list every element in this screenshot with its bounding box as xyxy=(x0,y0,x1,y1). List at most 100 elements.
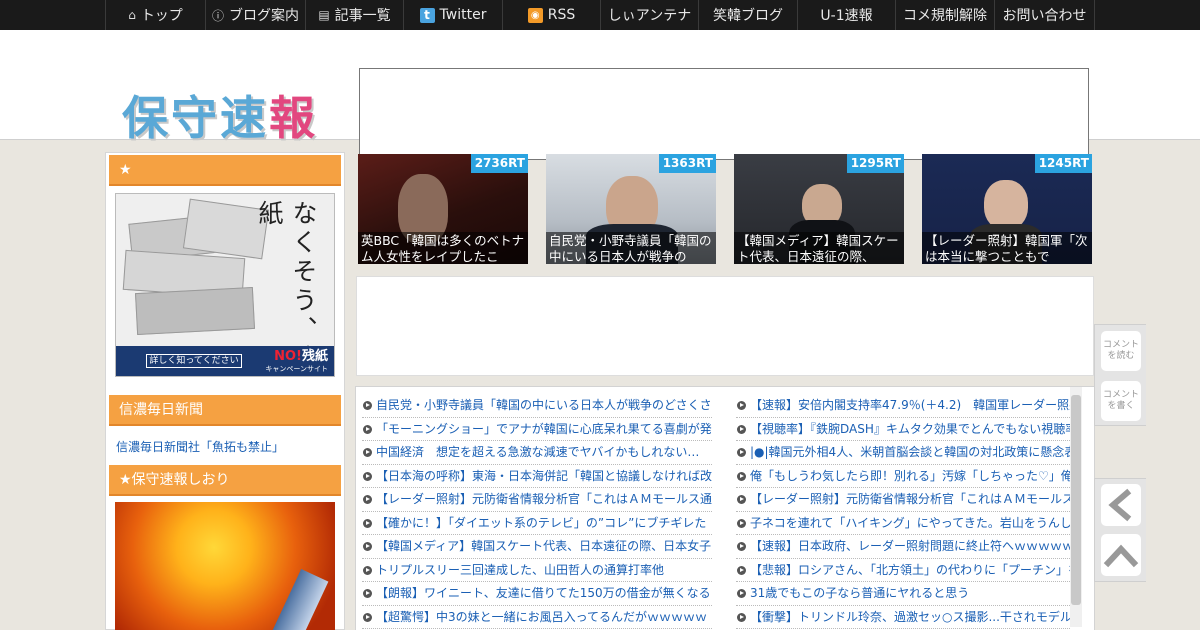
chevron-up-icon xyxy=(1103,544,1139,568)
comment-buttons: コメントを読む コメントを書く xyxy=(1094,324,1146,426)
article-list-item[interactable]: 【朗報】ワイニート、友達に借りてた150万の借金が無くなる xyxy=(362,582,712,606)
article-list-item[interactable]: |●|韓国元外相4人、米朝首脳会談と韓国の対北政策に懸念表明 xyxy=(736,441,1070,465)
article-title: 【確かに！】「ダイエット系のテレビ」の”コレ”にブチギレた xyxy=(376,515,707,530)
article-list-item[interactable]: 【速報】安倍内閣支持率47.9％(＋4.2) 韓国軍レーダー照射問 xyxy=(736,394,1070,418)
article-list-item[interactable]: 子ネコを連れて「ハイキング」にやってきた。岩山をうんしょ xyxy=(736,512,1070,535)
article-title: 【韓国メディア】韓国スケート代表、日本遠征の際、日本女子 xyxy=(376,539,712,553)
article-title: 【速報】日本政府、レーダー照射問題に終止符へｗｗｗｗｗｗ xyxy=(750,539,1070,553)
nav-u1-sokuho[interactable]: U-1速報 xyxy=(797,0,895,30)
article-list-item[interactable]: 「モーニングショー」でアナが韓国に心底呆れ果てる喜劇が発 xyxy=(362,418,712,441)
article-list-item[interactable]: 【悲報】ロシアさん、「北方領土」の代わりに「プーチン」を xyxy=(736,559,1070,582)
thumb-caption: 自民党・小野寺議員「韓国の中にいる日本人が戦争の xyxy=(546,232,716,264)
scroll-to-top-button[interactable] xyxy=(1101,534,1141,576)
bullet-icon xyxy=(737,612,746,622)
article-title: 【衝撃】トリンドル玲奈、過激セッ○ス撮影...干されモデルの末 xyxy=(750,609,1070,624)
article-title: 中国経済 想定を超える急激な減速でヤバイかもしれない… xyxy=(376,445,700,459)
article-list-item[interactable]: 【日本海の呼称】東海・日本海併記「韓国と協議しなければ改 xyxy=(362,465,712,488)
write-comment-button[interactable]: コメントを書く xyxy=(1101,381,1141,421)
sidebar-link-shinano[interactable]: 信濃毎日新聞社「魚拓も禁止」 xyxy=(116,438,344,455)
bullet-icon xyxy=(363,518,372,528)
nav-comment-unblock[interactable]: コメ規制解除 xyxy=(895,0,994,30)
top-nav-items: ⌂ トップ ⓘ ブログ案内 ▤ 記事一覧 t Twitter ◉ RSS しぃアンテナ 笑… xyxy=(105,0,1095,30)
scroll-buttons xyxy=(1094,478,1146,582)
article-list-item[interactable]: 【レーダー照射】元防衛省情報分析官「これはＡＭモールス通 xyxy=(736,488,1070,512)
article-title: 31歳でもこの子なら普通にヤれると思う xyxy=(750,586,970,600)
sidebar-section-shinano: 信濃毎日新聞 信濃毎日新聞社「魚拓も禁止」 xyxy=(106,393,344,455)
thumb-item[interactable]: 1363RT 自民党・小野寺議員「韓国の中にいる日本人が戦争の xyxy=(546,154,716,264)
article-list-item[interactable]: 【視聴率】『鉄腕DASH』キムタク効果でとんでもない視聴率 xyxy=(736,418,1070,441)
thumb-photo xyxy=(984,180,1028,230)
banner-learn-more-button[interactable]: 詳しく知ってください xyxy=(146,354,242,368)
newspaper-stack-image xyxy=(134,286,256,336)
article-title: トリプルスリー三回達成した、山田哲人の通算打率他 xyxy=(376,562,665,577)
bullet-icon xyxy=(737,589,746,598)
retweet-count-badge: 1295RT xyxy=(846,154,904,173)
nav-shokan-blog[interactable]: 笑韓ブログ xyxy=(698,0,797,30)
bullet-icon xyxy=(363,565,372,575)
thumb-caption: 英BBC「韓国は多くのベトナム人女性をレイプしたこ xyxy=(358,232,528,264)
bullet-icon xyxy=(363,471,372,481)
nav-article-list[interactable]: ▤ 記事一覧 xyxy=(305,0,403,30)
info-icon: ⓘ xyxy=(211,8,224,23)
site-header: 保守速報 xyxy=(0,30,1200,160)
bullet-icon xyxy=(363,542,372,551)
bullet-icon xyxy=(737,471,746,481)
bullet-icon xyxy=(363,448,372,457)
nav-label: コメ規制解除 xyxy=(903,8,987,24)
article-column-left: 自民党・小野寺議員「韓国の中にいる日本人が戦争のどさくさ 「モーニングショー」でア… xyxy=(362,394,712,629)
thumb-item[interactable]: 2736RT 英BBC「韓国は多くのベトナム人女性をレイプしたこ xyxy=(358,154,528,264)
nav-antenna[interactable]: しぃアンテナ xyxy=(600,0,698,30)
bookmark-image[interactable] xyxy=(115,502,335,630)
list-icon: ▤ xyxy=(318,8,330,22)
back-button[interactable] xyxy=(1101,484,1141,526)
article-list-item[interactable]: 中国経済 想定を超える急激な減速でヤバイかもしれない… xyxy=(362,441,712,465)
thumb-item[interactable]: 1295RT 【韓国メディア】韓国スケート代表、日本遠征の際、 xyxy=(734,154,904,264)
nav-contact[interactable]: お問い合わせ xyxy=(994,0,1095,30)
article-title: 【超驚愕】中3の妹と一緒にお風呂入ってるんだがｗｗｗｗｗ xyxy=(376,609,708,624)
article-list-item[interactable]: 【レーダー照射】元防衛省情報分析官「これはＡＭモールス通 xyxy=(362,488,712,512)
article-title: 【悲報】ロシアさん、「北方領土」の代わりに「プーチン」を xyxy=(750,562,1070,577)
article-list-item[interactable]: 自民党・小野寺議員「韓国の中にいる日本人が戦争のどさくさ xyxy=(362,394,712,418)
nav-twitter[interactable]: t Twitter xyxy=(403,0,502,30)
zanshi-campaign-banner[interactable]: なくそう、残紙 詳しく知ってください NO!残紙 キャンペーンサイト xyxy=(115,193,335,377)
bullet-icon xyxy=(363,589,372,598)
article-column-right: 【速報】安倍内閣支持率47.9％(＋4.2) 韓国軍レーダー照射問 【視聴率】『鉄… xyxy=(736,394,1070,629)
bullet-icon xyxy=(363,495,372,504)
article-list-item[interactable]: 俺「もしうわ気したら即！別れる」汚嫁「しちゃった♡」俺「 xyxy=(736,465,1070,488)
article-list-item[interactable]: 31歳でもこの子なら普通にヤれると思う xyxy=(736,582,1070,606)
article-title: 俺「もしうわ気したら即！別れる」汚嫁「しちゃった♡」俺「 xyxy=(750,468,1070,483)
article-title: 子ネコを連れて「ハイキング」にやってきた。岩山をうんしょ xyxy=(750,515,1070,530)
top-nav: ⌂ トップ ⓘ ブログ案内 ▤ 記事一覧 t Twitter ◉ RSS しぃアンテナ 笑… xyxy=(0,0,1200,30)
nav-label: 記事一覧 xyxy=(334,8,391,24)
nav-label: トップ xyxy=(140,8,183,24)
article-list-scroll-thumb[interactable] xyxy=(1071,395,1081,605)
article-list-item[interactable]: 【超驚愕】中3の妹と一緒にお風呂入ってるんだがｗｗｗｗｗ xyxy=(362,606,712,629)
article-title: 【レーダー照射】元防衛省情報分析官「これはＡＭモールス通 xyxy=(376,492,712,506)
article-list-item[interactable]: 【韓国メディア】韓国スケート代表、日本遠征の際、日本女子 xyxy=(362,535,712,559)
site-logo[interactable]: 保守速報 xyxy=(122,82,318,148)
bullet-icon xyxy=(737,401,746,410)
article-list-item[interactable]: 【確かに！】「ダイエット系のテレビ」の”コレ”にブチギレた xyxy=(362,512,712,535)
bullet-icon xyxy=(737,542,746,551)
sidebar-section-title: ★ xyxy=(109,155,341,186)
article-list-item[interactable]: 【衝撃】トリンドル玲奈、過激セッ○ス撮影...干されモデルの末 xyxy=(736,606,1070,629)
nav-blog-guide[interactable]: ⓘ ブログ案内 xyxy=(205,0,305,30)
header-ad-slot xyxy=(359,68,1089,160)
thumb-caption: 【韓国メディア】韓国スケート代表、日本遠征の際、 xyxy=(734,232,904,264)
logo-text-blue: 保守速 xyxy=(122,91,269,145)
article-list-item[interactable]: トリプルスリー三回達成した、山田哲人の通算打率他 xyxy=(362,559,712,582)
article-list-item[interactable]: 【速報】日本政府、レーダー照射問題に終止符へｗｗｗｗｗｗ xyxy=(736,535,1070,559)
left-sidebar: ★ なくそう、残紙 詳しく知ってください NO!残紙 キャンペーンサイト 信濃毎… xyxy=(105,152,345,630)
content-ad-slot xyxy=(356,276,1094,376)
nav-label: U-1速報 xyxy=(820,8,873,24)
nav-label: お問い合わせ xyxy=(1002,8,1087,24)
sidebar-section-title: ★保守速報しおり xyxy=(109,465,341,496)
retweet-count-badge: 2736RT xyxy=(470,154,528,173)
nav-rss[interactable]: ◉ RSS xyxy=(502,0,600,30)
nav-label: RSS xyxy=(547,7,576,23)
read-comments-button[interactable]: コメントを読む xyxy=(1101,331,1141,371)
thumb-item[interactable]: 1245RT 【レーダー照射】韓国軍「次は本当に撃つこともで xyxy=(922,154,1092,264)
bullet-icon xyxy=(737,565,746,575)
article-title: 【朗報】ワイニート、友達に借りてた150万の借金が無くなる xyxy=(376,586,711,600)
nav-top[interactable]: ⌂ トップ xyxy=(105,0,205,30)
